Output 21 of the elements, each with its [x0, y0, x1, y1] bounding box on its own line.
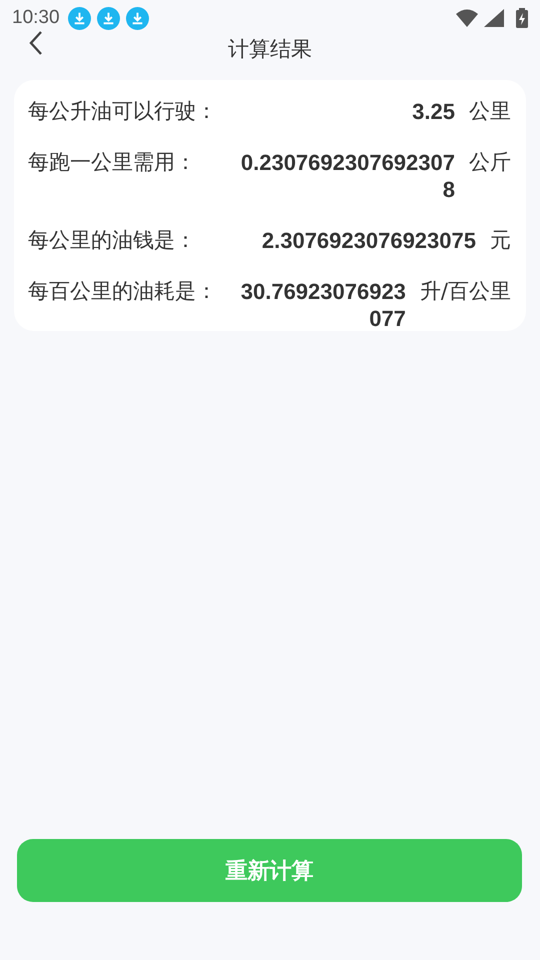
page-title: 计算结果 — [228, 36, 312, 63]
result-label: 每跑一公里需用： — [28, 149, 197, 176]
result-unit: 升/百公里 — [420, 278, 511, 305]
download-icon — [68, 6, 91, 30]
result-label: 每百公里的油耗是： — [28, 278, 218, 305]
status-time: 10:30 — [12, 7, 60, 29]
signal-icon — [484, 9, 504, 27]
result-value: 30.76923076923077 — [240, 278, 406, 332]
download-icon — [126, 6, 149, 30]
battery-icon — [516, 8, 528, 28]
result-unit: 公斤 — [469, 149, 511, 176]
wifi-icon — [456, 9, 478, 27]
download-icon — [96, 6, 120, 30]
result-label: 每公里的油钱是： — [28, 227, 197, 254]
result-unit: 公里 — [469, 98, 511, 125]
result-label: 每公升油可以行驶： — [28, 98, 218, 125]
recalculate-button[interactable]: 重新计算 — [17, 839, 522, 902]
result-value: 2.3076923076923075 — [260, 227, 476, 254]
result-value: 3.25 — [411, 98, 455, 125]
result-unit: 元 — [490, 227, 511, 254]
result-value: 0.23076923076923078 — [240, 149, 455, 203]
